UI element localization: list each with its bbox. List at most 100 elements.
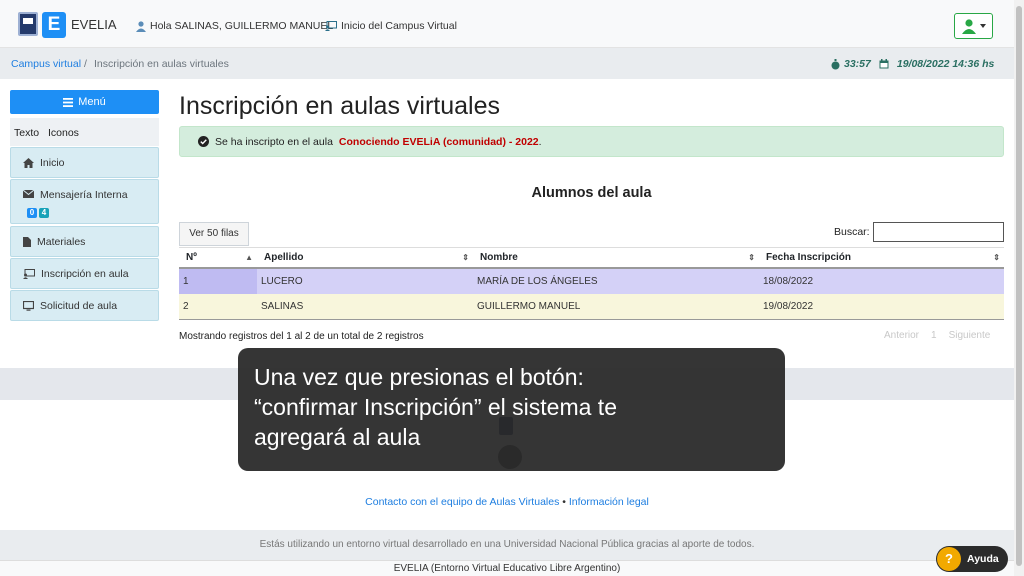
cell-nombre: MARÍA DE LOS ÁNGELES [473,267,759,294]
footer-note: Estás utilizando un entorno virtual desa… [0,530,1014,560]
sidebar-item-label: Mensajería Interna [40,189,128,201]
legal-info-link[interactable]: Información legal [569,496,649,508]
help-button[interactable]: ? Ayuda [936,546,1008,572]
footer-links: Contacto con el equipo de Aulas Virtuale… [0,496,1014,508]
footer-bottom-text: EVELIA (Entorno Virtual Educativo Libre … [0,560,1014,576]
search-label: Buscar: [834,226,870,238]
alert-classroom-name: Conociendo EVELiA (comunidad) - 2022 [338,135,539,148]
campus-home-label: Inicio del Campus Virtual [341,20,457,32]
sidebar-item-materiales[interactable]: Materiales [10,226,159,257]
datetime-value: 19/08/2022 14:36 hs [896,58,995,70]
table-info: Mostrando registros del 1 al 2 de un tot… [179,331,424,342]
menu-label: Menú [78,96,106,108]
brand-name[interactable]: EVELIA [71,17,117,32]
chalkboard-icon [325,21,337,31]
pager-next[interactable]: Siguiente [943,325,997,346]
sidebar-item-label: Materiales [37,235,86,248]
breadcrumb-separator: / [84,58,87,70]
sidebar-item-inicio[interactable]: Inicio [10,147,159,178]
sort-icon: ⇕ [748,253,755,262]
page: E EVELIA Hola SALINAS, GUILLERMO MANUEL … [0,0,1014,576]
pagination: Anterior 1 Siguiente [878,325,996,346]
header-label: Nombre [480,251,518,263]
unread-badge: 0 [27,208,37,218]
calendar-icon [879,59,889,69]
caption-line-1: Una vez que presionas el botón: [254,364,584,390]
evelia-logo-icon[interactable]: E [42,12,66,38]
sidebar-item-mensajeria[interactable]: Mensajería Interna 0 4 [10,179,159,224]
header-label: Fecha Inscripción [766,251,852,263]
envelope-icon [23,190,34,198]
contact-link[interactable]: Contacto con el equipo de Aulas Virtuale… [365,496,559,508]
page-title: Inscripción en aulas virtuales [179,92,500,120]
table-row[interactable]: 2 SALINAS GUILLERMO MANUEL 19/08/2022 [179,293,1004,320]
table-row[interactable]: 1 LUCERO MARÍA DE LOS ÁNGELES 18/08/2022 [179,267,1004,294]
caption-line-2: “confirmar Inscripción” el sistema te [254,394,617,420]
pager-previous[interactable]: Anterior [878,325,925,346]
breadcrumb-campus-link[interactable]: Campus virtual [11,58,81,70]
students-heading: Alumnos del aula [531,185,652,201]
session-timer: 33:57 19/08/2022 14:36 hs [831,58,994,70]
sort-asc-icon: ▲ [245,253,253,262]
alert-text: Se ha inscripto en el aula [215,135,333,148]
monitor-icon [23,300,34,311]
sort-icon: ⇕ [462,253,469,262]
column-header-fecha[interactable]: Fecha Inscripción ⇕ [759,247,1004,269]
caption-line-3: agregará al aula [254,424,421,450]
total-badge: 4 [39,208,49,218]
cell-fecha: 19/08/2022 [759,293,1004,320]
cell-apellido: LUCERO [257,267,473,294]
scrollbar-thumb[interactable] [1016,6,1022,566]
footer-link-separator: • [562,496,566,508]
menu-mode-toggle: Texto Iconos [10,118,159,146]
header-label: Nº [186,251,197,263]
menu-button[interactable]: Menú [10,90,159,114]
cell-fecha: 18/08/2022 [759,267,1004,294]
user-menu-button[interactable] [954,13,993,39]
cell-nombre: GUILLERMO MANUEL [473,293,759,320]
user-icon [136,20,146,32]
header-label: Apellido [264,251,304,263]
sidebar-item-label: Solicitud de aula [40,299,118,312]
home-icon [23,157,34,168]
search-input[interactable] [873,222,1004,242]
cell-number: 1 [179,267,257,294]
chalkboard-icon [23,268,35,279]
message-badges: 0 4 [27,208,49,218]
top-navbar: E EVELIA Hola SALINAS, GUILLERMO MANUEL … [0,0,1014,48]
page-scrollbar[interactable] [1014,0,1024,576]
check-circle-icon [198,136,209,147]
sidebar-item-inscripcion[interactable]: Inscripción en aula [10,258,159,289]
column-header-number[interactable]: Nº ▲ [179,247,257,269]
sidebar-item-label: Inscripción en aula [41,267,129,280]
user-icon [961,18,976,34]
column-header-nombre[interactable]: Nombre ⇕ [473,247,759,269]
rows-per-page-button[interactable]: Ver 50 filas [179,222,249,246]
mode-text-option[interactable]: Texto [14,127,39,139]
breadcrumb: Campus virtual / Inscripción en aulas vi… [0,48,1014,79]
students-table: Nº ▲ Apellido ⇕ Nombre ⇕ Fecha Inscripción ⇕… [179,247,1004,320]
timer-value: 33:57 [844,58,871,70]
alert-suffix: . [538,135,542,148]
cell-number: 2 [179,293,257,320]
caret-down-icon [979,24,986,28]
file-icon [23,236,31,247]
greeting-text: Hola SALINAS, GUILLERMO MANUEL [150,20,334,32]
sidebar-item-solicitud[interactable]: Solicitud de aula [10,290,159,321]
stopwatch-icon [831,58,840,69]
breadcrumb-current: Inscripción en aulas virtuales [94,58,229,70]
mode-icons-option[interactable]: Iconos [48,127,79,139]
question-icon: ? [937,547,961,571]
tutorial-caption: Una vez que presionas el botón: “confirm… [238,348,785,471]
campus-home-link[interactable]: Inicio del Campus Virtual [325,20,457,32]
university-seal-logo[interactable] [18,12,38,36]
hamburger-icon [63,97,74,107]
column-header-apellido[interactable]: Apellido ⇕ [257,247,473,269]
pager-page[interactable]: 1 [925,325,943,346]
sidebar-item-label: Inicio [40,156,65,169]
success-alert: Se ha inscripto en el aula Conociendo EV… [179,126,1004,157]
user-greeting: Hola SALINAS, GUILLERMO MANUEL [136,20,333,32]
help-label: Ayuda [967,553,999,565]
sort-icon: ⇕ [993,253,1000,262]
cell-apellido: SALINAS [257,293,473,320]
